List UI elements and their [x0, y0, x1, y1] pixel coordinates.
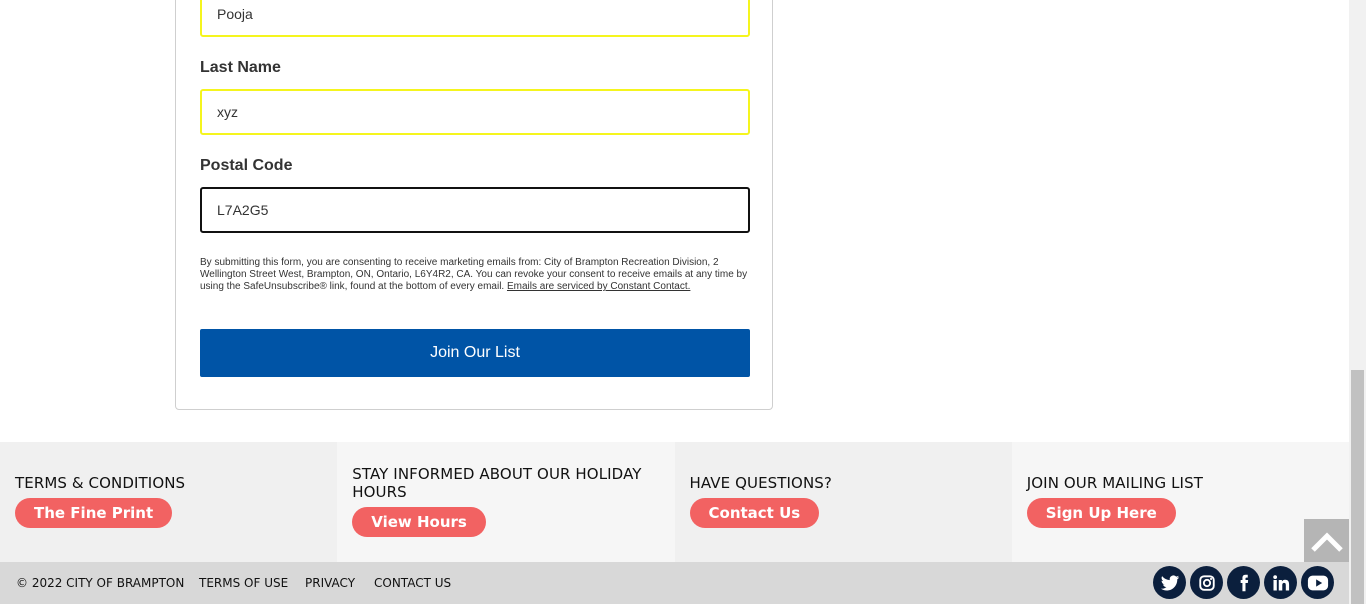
page-scrollbar[interactable]: [1349, 0, 1366, 604]
last-name-input[interactable]: [200, 89, 750, 135]
youtube-icon[interactable]: [1301, 566, 1334, 599]
footer-heading: HAVE QUESTIONS?: [689, 474, 832, 492]
view-hours-button[interactable]: View Hours: [352, 507, 486, 537]
contact-us-link[interactable]: CONTACT US: [374, 576, 451, 590]
facebook-icon[interactable]: [1227, 566, 1260, 599]
linkedin-icon[interactable]: [1264, 566, 1297, 599]
footer-heading: JOIN OUR MAILING LIST: [1026, 474, 1203, 492]
postal-code-input[interactable]: [200, 187, 750, 233]
postal-code-label: Postal Code: [200, 157, 293, 174]
contact-us-button[interactable]: Contact Us: [689, 498, 820, 528]
footer-column-terms: TERMS & CONDITIONS The Fine Print: [0, 442, 338, 562]
footer-band: TERMS & CONDITIONS The Fine Print STAY I…: [0, 442, 1349, 562]
last-name-label: Last Name: [200, 59, 281, 76]
constant-contact-link[interactable]: Emails are serviced by Constant Contact.: [507, 281, 690, 292]
scrollbar-thumb[interactable]: [1351, 370, 1364, 604]
twitter-icon[interactable]: [1153, 566, 1186, 599]
privacy-link[interactable]: PRIVACY: [305, 576, 355, 590]
bottom-bar: © 2022 CITY OF BRAMPTON TERMS OF USE PRI…: [0, 562, 1349, 604]
footer-heading: STAY INFORMED ABOUT OUR HOLIDAY HOURS: [352, 465, 642, 501]
first-name-input[interactable]: [200, 0, 750, 37]
back-to-top-button[interactable]: [1304, 519, 1349, 564]
footer-column-mailing-list: JOIN OUR MAILING LIST Sign Up Here: [1011, 442, 1349, 562]
instagram-icon[interactable]: [1190, 566, 1223, 599]
copyright-text: © 2022 CITY OF BRAMPTON: [16, 576, 185, 590]
fine-print-button[interactable]: The Fine Print: [15, 498, 173, 528]
footer-column-holiday-hours: STAY INFORMED ABOUT OUR HOLIDAY HOURS Vi…: [337, 442, 675, 562]
terms-of-use-link[interactable]: TERMS OF USE: [199, 576, 288, 590]
footer-heading: TERMS & CONDITIONS: [15, 474, 186, 492]
sign-up-here-button[interactable]: Sign Up Here: [1026, 498, 1176, 528]
join-our-list-button[interactable]: Join Our List: [200, 329, 750, 377]
footer-column-questions: HAVE QUESTIONS? Contact Us: [674, 442, 1012, 562]
consent-text: By submitting this form, you are consent…: [200, 257, 752, 293]
chevron-up-icon: [1310, 531, 1343, 552]
